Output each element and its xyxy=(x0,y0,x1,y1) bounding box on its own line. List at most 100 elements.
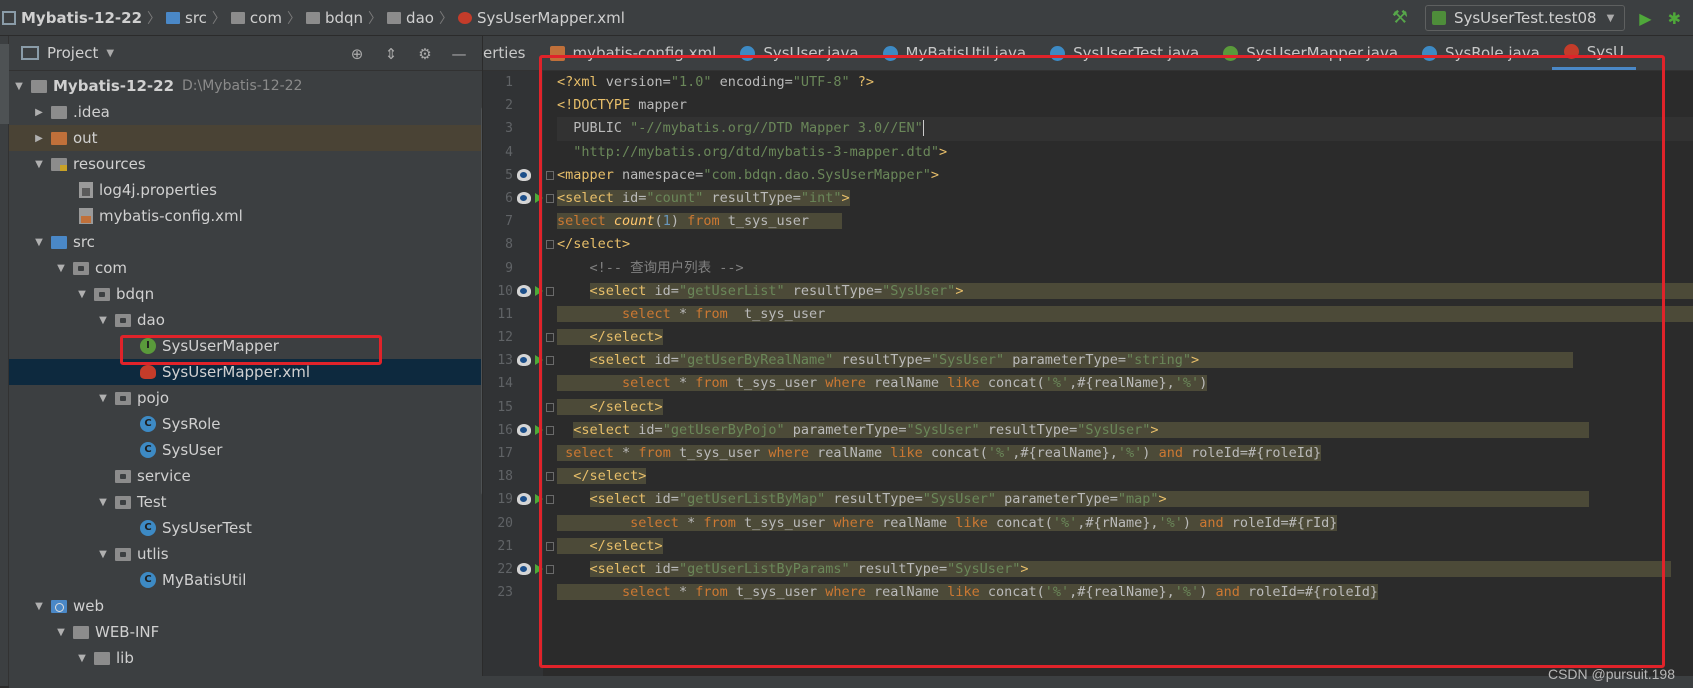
tree-item-sysrole[interactable]: C SysRole xyxy=(9,411,482,437)
hide-icon[interactable]: — xyxy=(448,45,470,63)
mybatis-navigate-icon[interactable] xyxy=(517,284,531,297)
tree-item-dao[interactable]: ▼ dao xyxy=(9,307,482,333)
chevron-right-icon: 〉 xyxy=(438,10,453,27)
line-number: 22 xyxy=(497,561,513,577)
mybatis-navigate-icon[interactable] xyxy=(517,493,531,506)
tree-item-sysusertest[interactable]: C SysUserTest xyxy=(9,515,482,541)
line-number: 15 xyxy=(497,399,513,415)
tree-item-test[interactable]: ▼ Test xyxy=(9,489,482,515)
project-view-selector[interactable]: Project xyxy=(47,44,98,62)
properties-file-icon xyxy=(79,182,93,198)
expanded-arrow-icon[interactable]: ▼ xyxy=(97,393,109,404)
tree-item-log4j[interactable]: log4j.properties xyxy=(9,177,482,203)
test-class-icon: C xyxy=(140,520,156,536)
locate-icon[interactable]: ⊕ xyxy=(346,45,368,63)
expanded-arrow-icon[interactable]: ▼ xyxy=(55,263,67,274)
expanded-arrow-icon[interactable]: ▼ xyxy=(33,601,45,612)
mybatis-navigate-icon[interactable] xyxy=(517,562,531,575)
chevron-right-icon: 〉 xyxy=(286,10,301,27)
folder-icon xyxy=(94,651,110,665)
side-tool-strip xyxy=(0,36,9,686)
tree-item-web[interactable]: ▼ web xyxy=(9,593,482,619)
run-config-label: SysUserTest.test08 xyxy=(1453,9,1597,27)
expanded-arrow-icon[interactable]: ▼ xyxy=(33,159,45,170)
tree-item-sysuser[interactable]: C SysUser xyxy=(9,437,482,463)
run-configuration-select[interactable]: SysUserTest.test08 ▼ xyxy=(1424,5,1626,31)
chevron-down-icon: ▼ xyxy=(1606,12,1615,24)
folder-icon xyxy=(51,105,67,119)
expanded-arrow-icon[interactable]: ▼ xyxy=(97,315,109,326)
gear-icon[interactable]: ⚙ xyxy=(414,45,436,63)
tree-item-src[interactable]: ▼ src xyxy=(9,229,482,255)
debug-icon[interactable]: ✱ xyxy=(1668,9,1681,28)
tree-item-mybatisutil[interactable]: C MyBatisUtil xyxy=(9,567,482,593)
expanded-arrow-icon[interactable]: ▼ xyxy=(76,653,88,664)
project-tool-tab[interactable] xyxy=(0,44,9,124)
package-icon xyxy=(73,261,89,275)
run-icon[interactable]: ▶ xyxy=(1639,9,1651,28)
breadcrumb-bdqn[interactable]: bdqn xyxy=(305,9,363,27)
expanded-arrow-icon[interactable]: ▼ xyxy=(97,549,109,560)
tree-item-resources[interactable]: ▼ resources xyxy=(9,151,482,177)
tree-item-mybatis-config[interactable]: mybatis-config.xml xyxy=(9,203,482,229)
breadcrumb-project[interactable]: Mybatis-12-22 xyxy=(2,9,142,27)
tree-item-pojo[interactable]: ▼ pojo xyxy=(9,385,482,411)
expanded-arrow-icon[interactable]: ▼ xyxy=(97,497,109,508)
breadcrumb-file[interactable]: SysUserMapper.xml xyxy=(457,9,625,27)
tab-properties[interactable]: erties xyxy=(483,36,538,70)
line-number: 11 xyxy=(497,306,513,322)
line-number: 8 xyxy=(505,237,513,253)
tree-item-idea[interactable]: ▶ .idea xyxy=(9,99,482,125)
tree-item-com[interactable]: ▼ com xyxy=(9,255,482,281)
package-icon xyxy=(305,11,320,24)
tree-item-service[interactable]: service xyxy=(9,463,482,489)
breadcrumb-dao[interactable]: dao xyxy=(387,9,434,27)
line-number: 7 xyxy=(505,214,513,230)
chevron-right-icon: 〉 xyxy=(368,10,383,27)
tree-item-web-inf[interactable]: ▼ WEB-INF xyxy=(9,619,482,645)
module-icon xyxy=(2,10,16,25)
line-number: 21 xyxy=(497,538,513,554)
resources-folder-icon xyxy=(51,157,67,171)
web-folder-icon xyxy=(51,599,67,613)
line-number: 18 xyxy=(497,469,513,485)
line-number: 10 xyxy=(497,283,513,299)
chevron-down-icon[interactable]: ▼ xyxy=(106,48,114,59)
expanded-arrow-icon[interactable]: ▼ xyxy=(55,627,67,638)
line-number: 6 xyxy=(505,190,513,206)
tree-item-project-root[interactable]: ▼ Mybatis-12-22 D:\Mybatis-12-22 xyxy=(9,73,482,99)
mybatis-navigate-icon[interactable] xyxy=(517,354,531,367)
class-icon: C xyxy=(140,572,156,588)
breadcrumb-src[interactable]: src xyxy=(166,9,207,27)
line-number: 12 xyxy=(497,330,513,346)
collapsed-arrow-icon[interactable]: ▶ xyxy=(33,133,45,144)
line-number: 13 xyxy=(497,353,513,369)
collapse-all-icon[interactable]: ⇕ xyxy=(380,45,402,63)
collapsed-arrow-icon[interactable]: ▶ xyxy=(33,107,45,118)
package-icon xyxy=(387,11,402,24)
tree-item-utlis[interactable]: ▼ utlis xyxy=(9,541,482,567)
tree-item-lib[interactable]: ▼ lib xyxy=(9,645,482,671)
mybatis-navigate-icon[interactable] xyxy=(517,168,531,181)
mybatis-navigate-icon[interactable] xyxy=(517,423,531,436)
line-number: 19 xyxy=(497,492,513,508)
chevron-right-icon: 〉 xyxy=(211,10,226,27)
folder-icon xyxy=(166,11,181,24)
build-hammer-icon[interactable]: ⚒ xyxy=(1389,7,1411,29)
package-icon xyxy=(230,11,245,24)
breadcrumb: Mybatis-12-22 〉 src 〉 com 〉 bdqn 〉 dao 〉… xyxy=(0,0,625,35)
expanded-arrow-icon[interactable]: ▼ xyxy=(33,237,45,248)
folder-icon xyxy=(73,625,89,639)
line-number: 23 xyxy=(497,585,513,601)
project-panel-header: Project ▼ ⊕ ⇕ ⚙ — xyxy=(9,36,482,71)
breadcrumb-com[interactable]: com xyxy=(230,9,282,27)
tree-item-out[interactable]: ▶ out xyxy=(9,125,482,151)
tree-item-bdqn[interactable]: ▼ bdqn xyxy=(9,281,482,307)
mybatis-navigate-icon[interactable] xyxy=(517,191,531,204)
package-icon xyxy=(115,547,131,561)
expanded-arrow-icon[interactable]: ▼ xyxy=(13,81,25,92)
expanded-arrow-icon[interactable]: ▼ xyxy=(76,289,88,300)
watermark: CSDN @pursuit.198 xyxy=(1547,666,1675,682)
editor-gutter: 1 2 3 4 5 6 7 8 9 10 11 12 13 14 15 16 1… xyxy=(483,71,543,688)
package-icon xyxy=(115,469,131,483)
